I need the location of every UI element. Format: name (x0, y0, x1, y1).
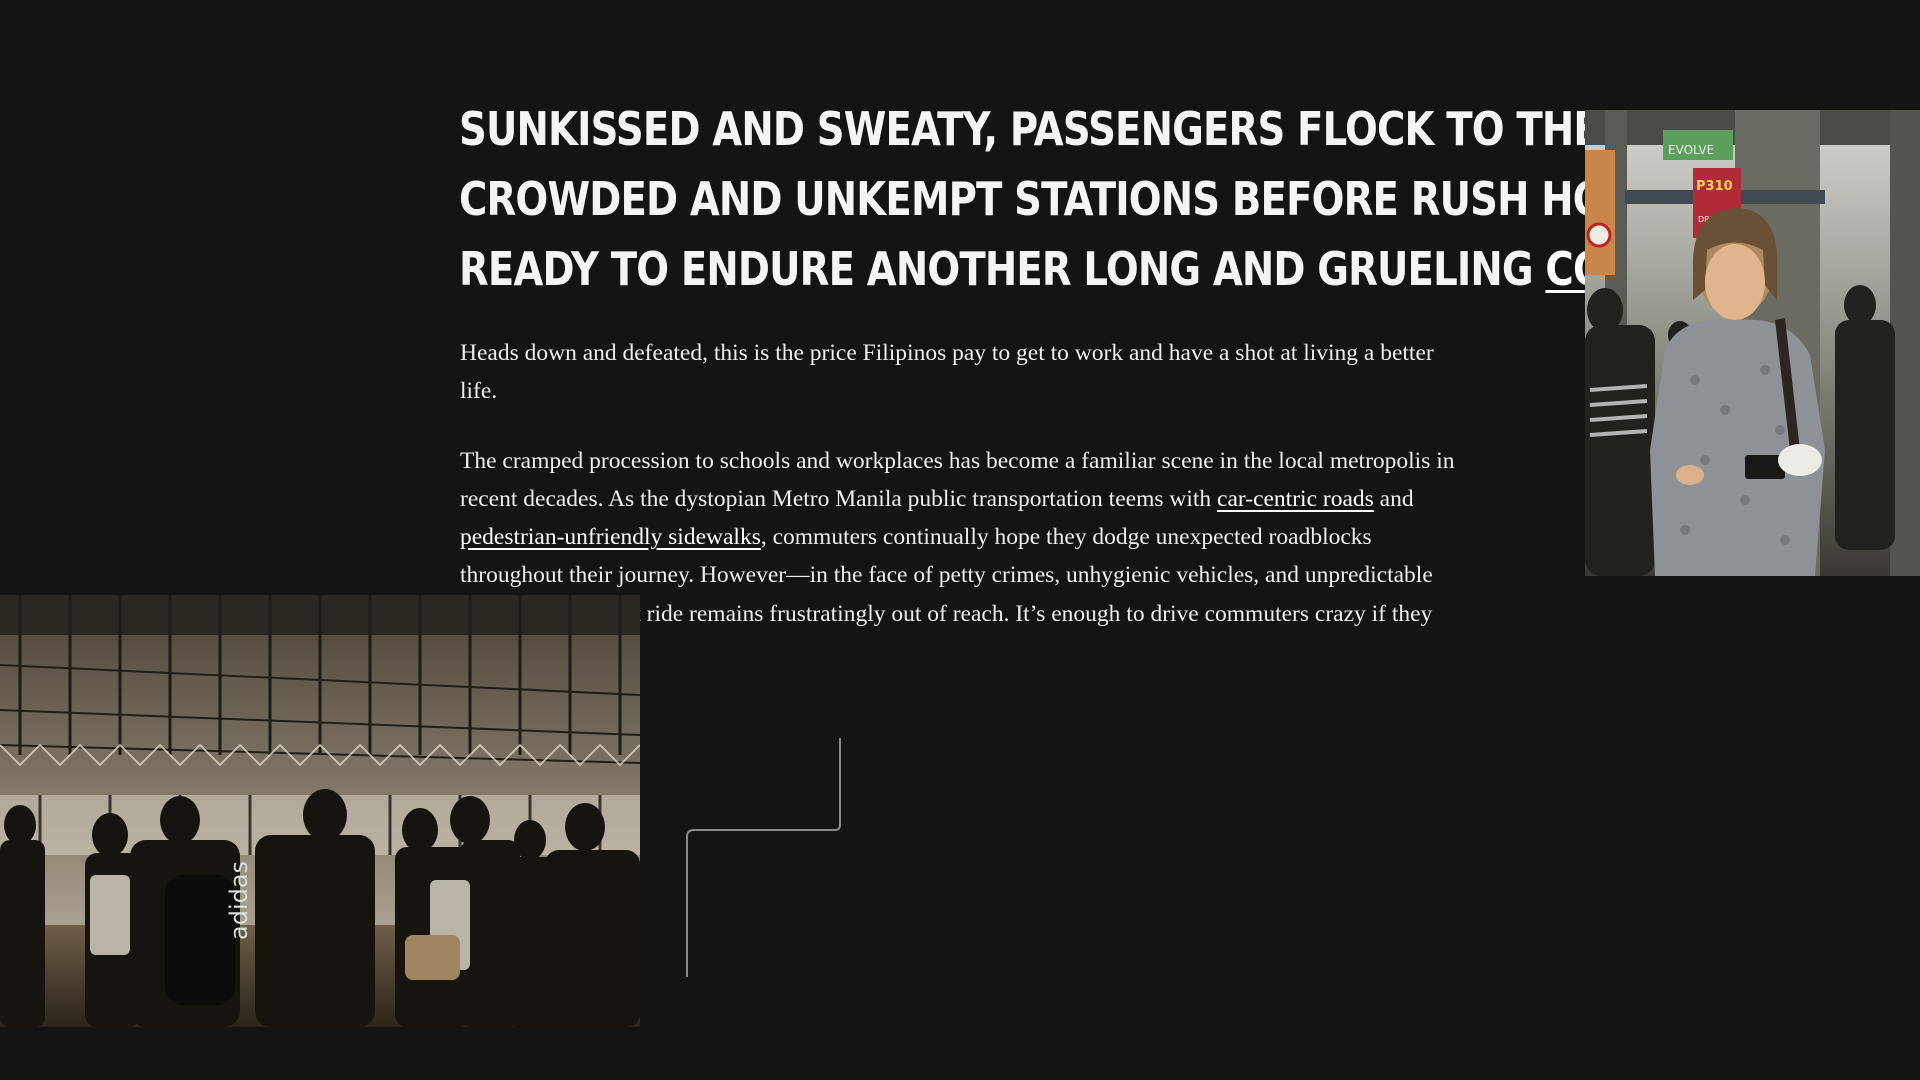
evolve-sign-text: EVOLVE (1668, 143, 1714, 157)
headline-line-2: CROWDED AND UNKEMPT STATIONS BEFORE RUSH… (459, 172, 1680, 226)
adidas-logo-text: adidas (225, 861, 253, 940)
commuter-portrait-photo: EVOLVE P310 DRIVE (1585, 110, 1920, 576)
price-sign-text: P310 (1696, 179, 1733, 194)
headline-line-3-text: READY TO ENDURE ANOTHER LONG AND GRUELIN… (459, 242, 1546, 296)
decorative-connector-line (686, 738, 841, 977)
headline-line-1: SUNKISSED AND SWEATY, PASSENGERS FLOCK T… (459, 102, 1600, 156)
car-centric-roads-link[interactable]: car-centric roads (1217, 486, 1374, 512)
paragraph-intro: Heads down and defeated, this is the pri… (460, 340, 1434, 405)
headline-line-3: READY TO ENDURE ANOTHER LONG AND GRUELIN… (459, 234, 1776, 304)
pedestrian-unfriendly-sidewalks-link[interactable]: pedestrian-unfriendly sidewalks (460, 524, 761, 550)
article-headline: SUNKISSED AND SWEATY, PASSENGERS FLOCK T… (459, 94, 1776, 304)
platform-crowd-photo: adidas (0, 595, 640, 1027)
paragraph-main-text-and: and (1373, 485, 1414, 512)
